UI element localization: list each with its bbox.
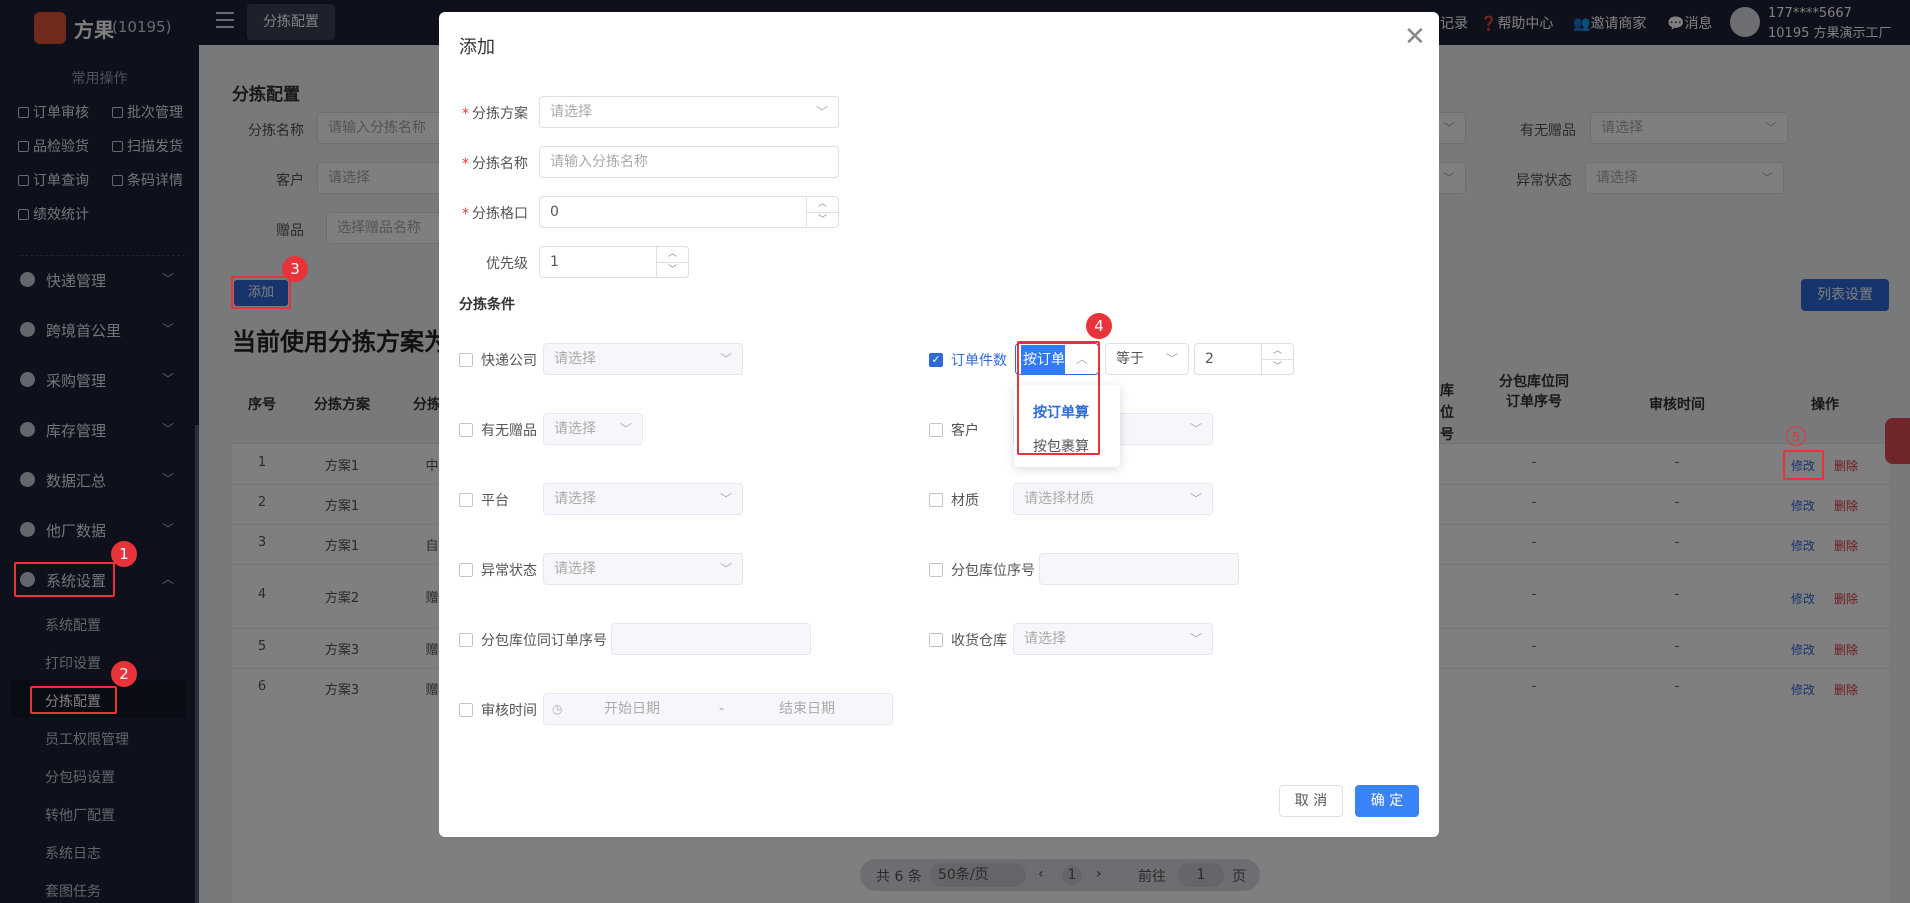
chevron-down-icon: ﹀ <box>719 492 732 506</box>
express-select[interactable]: 请选择 ﹀ <box>543 343 743 375</box>
chevron-down-icon: ﹀ <box>815 105 828 119</box>
dialog-title: 添加 <box>459 37 495 58</box>
order-count-stepper[interactable]: 2 ︿ ﹀ <box>1194 343 1294 375</box>
slot-label: * 分拣格口 <box>462 206 528 222</box>
chevron-down-icon: ﹀ <box>1189 632 1202 646</box>
material-checkbox[interactable] <box>929 493 943 507</box>
confirm-button[interactable]: 确 定 <box>1355 785 1419 817</box>
sub-loc-order-label: 分包库位同订单序号 <box>481 633 607 649</box>
has-gift-checkbox[interactable] <box>459 423 473 437</box>
abnormal-label: 异常状态 <box>481 563 537 579</box>
chevron-down-icon: ﹀ <box>1165 352 1178 366</box>
plan-select[interactable]: 请选择 ﹀ <box>539 96 839 128</box>
express-label: 快递公司 <box>481 353 537 369</box>
platform-checkbox[interactable] <box>459 493 473 507</box>
platform-select[interactable]: 请选择 ﹀ <box>543 483 743 515</box>
material-label: 材质 <box>951 493 979 509</box>
conditions-title: 分拣条件 <box>459 297 515 313</box>
annotation-badge-3: 3 <box>282 256 308 282</box>
order-count-label: 订单件数 <box>951 353 1007 369</box>
sub-loc-order-checkbox[interactable] <box>459 633 473 647</box>
annotation-badge-5: 5 <box>1786 426 1806 446</box>
warehouse-checkbox[interactable] <box>929 633 943 647</box>
highlight-add-button <box>231 276 291 309</box>
chevron-down-icon: ﹀ <box>719 352 732 366</box>
annotation-badge-1: 1 <box>111 541 137 567</box>
increment-icon[interactable]: ︿ <box>657 247 688 262</box>
increment-icon[interactable]: ︿ <box>807 197 838 212</box>
cancel-button[interactable]: 取 消 <box>1279 785 1343 817</box>
highlight-order-count-mode <box>1017 341 1100 455</box>
annotation-badge-2: 2 <box>111 661 137 687</box>
chevron-down-icon: ﹀ <box>1189 492 1202 506</box>
has-gift-select[interactable]: 请选择 ﹀ <box>543 413 643 445</box>
plan-label: * 分拣方案 <box>462 106 528 122</box>
name-label: * 分拣名称 <box>462 156 528 172</box>
annotation-badge-4: 4 <box>1086 313 1112 339</box>
sub-loc-checkbox[interactable] <box>929 563 943 577</box>
abnormal-select[interactable]: 请选择 ﹀ <box>543 553 743 585</box>
end-date-input[interactable]: 结束日期 <box>779 694 835 724</box>
clock-icon: ◷ <box>552 702 563 716</box>
abnormal-checkbox[interactable] <box>459 563 473 577</box>
material-select[interactable]: 请选择材质 ﹀ <box>1013 483 1213 515</box>
decrement-icon[interactable]: ﹀ <box>1262 359 1293 374</box>
has-gift-label: 有无赠品 <box>481 423 537 439</box>
customer-checkbox[interactable] <box>929 423 943 437</box>
highlight-system-settings <box>14 562 115 597</box>
order-count-checkbox[interactable]: ✓ <box>929 353 943 367</box>
chevron-down-icon: ﹀ <box>619 422 632 436</box>
express-checkbox[interactable] <box>459 353 473 367</box>
priority-stepper[interactable]: 1 ︿ ﹀ <box>539 246 689 278</box>
decrement-icon[interactable]: ﹀ <box>657 262 688 277</box>
highlight-sorting-config <box>30 686 117 714</box>
increment-icon[interactable]: ︿ <box>1262 344 1293 359</box>
highlight-edit-link <box>1783 450 1824 480</box>
platform-label: 平台 <box>481 493 509 509</box>
chevron-down-icon: ﹀ <box>1189 422 1202 436</box>
audit-time-checkbox[interactable] <box>459 703 473 717</box>
name-input[interactable]: 请输入分拣名称 <box>539 146 839 178</box>
close-icon[interactable]: ✕ <box>1404 24 1426 50</box>
sub-loc-label: 分包库位序号 <box>951 563 1035 579</box>
priority-label: 优先级 <box>486 256 528 272</box>
start-date-input[interactable]: 开始日期 <box>604 694 660 724</box>
decrement-icon[interactable]: ﹀ <box>807 212 838 227</box>
chevron-down-icon: ﹀ <box>719 562 732 576</box>
audit-time-label: 审核时间 <box>481 703 537 719</box>
date-separator: - <box>719 701 725 717</box>
sub-loc-input[interactable] <box>1039 553 1239 585</box>
warehouse-select[interactable]: 请选择 ﹀ <box>1013 623 1213 655</box>
audit-date-range[interactable]: ◷ 开始日期 - 结束日期 <box>543 693 893 725</box>
order-count-op-select[interactable]: 等于 ﹀ <box>1105 343 1189 375</box>
slot-stepper[interactable]: 0 ︿ ﹀ <box>539 196 839 228</box>
warehouse-label: 收货仓库 <box>951 633 1007 649</box>
sub-loc-order-input[interactable] <box>611 623 811 655</box>
customer-label: 客户 <box>951 423 979 439</box>
